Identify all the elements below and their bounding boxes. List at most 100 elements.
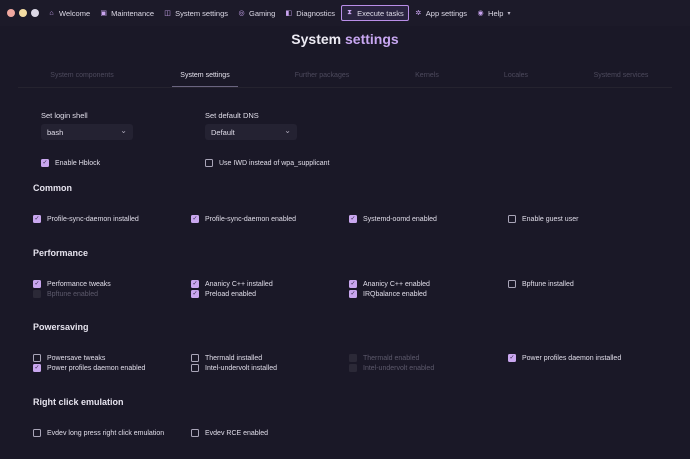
tab-further-packages[interactable]: Further packages [295, 72, 349, 79]
checkbox-row-thermald-installed[interactable]: Thermald installed [191, 353, 262, 363]
section-right-click-emulation: Right click emulation [33, 397, 124, 407]
checkbox-label: Profile-sync-daemon installed [47, 215, 139, 223]
maximize-window-button[interactable] [31, 9, 39, 17]
checkbox-row-intel-undervolt-enabled: Intel-undervolt enabled [349, 363, 434, 373]
top-bar: ⌂ Welcome ▣ Maintenance ◫ System setting… [0, 0, 690, 26]
checkbox-label: IRQbalance enabled [363, 290, 427, 298]
dns-value: Default [211, 127, 235, 137]
checkbox [349, 354, 357, 362]
checkbox-row-performance-tweaks[interactable]: Performance tweaks [33, 279, 111, 289]
checkbox-row-bpftune-enabled: Bpftune enabled [33, 289, 98, 299]
hourglass-icon: ⧗ [347, 9, 353, 16]
page-title: System settings [0, 31, 690, 47]
checkbox-row-ananicy-c-enabled[interactable]: Ananicy C++ enabled [349, 279, 430, 289]
nav-welcome[interactable]: ⌂ Welcome [44, 5, 94, 21]
checkbox-row-profile-sync-daemon-installed[interactable]: Profile-sync-daemon installed [33, 214, 139, 224]
checkbox[interactable] [191, 354, 199, 362]
tab-divider [18, 87, 672, 88]
tab-systemd-services[interactable]: Systemd services [594, 72, 649, 79]
close-window-button[interactable] [7, 9, 15, 17]
checkbox-row-powersave-tweaks[interactable]: Powersave tweaks [33, 353, 105, 363]
tab-system-components[interactable]: System components [50, 72, 113, 79]
checkbox[interactable] [33, 215, 41, 223]
main-nav: ⌂ Welcome ▣ Maintenance ◫ System setting… [44, 5, 517, 21]
nav-label: Execute tasks [357, 8, 404, 18]
checkbox [33, 290, 41, 298]
tab-bar: System components System settings Furthe… [0, 72, 690, 86]
checkbox[interactable] [508, 354, 516, 362]
checkbox-row-enable-hblock[interactable]: Enable Hblock [41, 158, 100, 168]
checkbox-row-preload-enabled[interactable]: Preload enabled [191, 289, 256, 299]
checkbox[interactable] [508, 280, 516, 288]
nav-maintenance[interactable]: ▣ Maintenance [96, 5, 158, 21]
tab-system-settings[interactable]: System settings [180, 72, 229, 79]
checkbox[interactable] [33, 364, 41, 372]
checkbox-label: Intel-undervolt installed [205, 364, 277, 372]
checkbox-label: Powersave tweaks [47, 354, 106, 362]
checkbox-label: Power profiles daemon installed [522, 354, 622, 362]
checkbox[interactable] [349, 215, 357, 223]
checkbox [349, 364, 357, 372]
checkbox[interactable] [33, 280, 41, 288]
checkbox-row-irqbalance-enabled[interactable]: IRQbalance enabled [349, 289, 427, 299]
checkbox-label: Enable guest user [522, 215, 579, 223]
checkbox-row-ananicy-c-installed[interactable]: Ananicy C++ installed [191, 279, 273, 289]
checkbox-row-thermald-enabled: Thermald enabled [349, 353, 419, 363]
nav-label: App settings [425, 8, 468, 18]
nav-label: Help [488, 8, 504, 18]
checkbox-row-profile-sync-daemon-enabled[interactable]: Profile-sync-daemon enabled [191, 214, 296, 224]
checkbox-row-power-profiles-daemon-installed[interactable]: Power profiles daemon installed [508, 353, 621, 363]
checkbox-label: Power profiles daemon enabled [47, 364, 146, 372]
section-common: Common [33, 183, 72, 193]
help-icon: ◉ [477, 10, 484, 17]
nav-app-settings[interactable]: ✲ App settings [411, 5, 471, 21]
checkbox-row-enable-guest-user[interactable]: Enable guest user [508, 214, 578, 224]
dns-select[interactable]: Default ⌄ [205, 124, 297, 140]
checkbox-row-systemd-oomd-enabled[interactable]: Systemd-oomd enabled [349, 214, 437, 224]
nav-system-settings[interactable]: ◫ System settings [160, 5, 232, 21]
checkbox[interactable] [349, 290, 357, 298]
nav-gaming[interactable]: ◎ Gaming [234, 5, 279, 21]
checkbox[interactable] [191, 429, 199, 437]
window-controls [7, 9, 39, 17]
checkbox[interactable] [191, 215, 199, 223]
gear-icon: ✲ [415, 10, 422, 17]
wrench-icon: ▣ [100, 10, 107, 17]
login-shell-label: Set login shell [41, 111, 88, 120]
checkbox-row-evdev-rce-enabled[interactable]: Evdev RCE enabled [191, 428, 268, 438]
checkbox-label: Intel-undervolt enabled [363, 364, 435, 372]
checkbox-label: Preload enabled [205, 290, 256, 298]
title-part-2: settings [345, 31, 399, 47]
checkbox[interactable] [41, 159, 49, 167]
checkbox[interactable] [508, 215, 516, 223]
checkbox[interactable] [205, 159, 213, 167]
login-shell-select[interactable]: bash ⌄ [41, 124, 133, 140]
nav-label: Welcome [59, 8, 91, 18]
nav-diagnostics[interactable]: ◧ Diagnostics [281, 5, 339, 21]
title-part-1: System [291, 31, 342, 47]
checkbox-label: Ananicy C++ installed [205, 280, 273, 288]
checkbox-label: Systemd-oomd enabled [363, 215, 437, 223]
checkbox[interactable] [191, 280, 199, 288]
tab-kernels[interactable]: Kernels [415, 72, 439, 79]
nav-help[interactable]: ◉ Help ▾ [473, 5, 514, 21]
nav-execute-tasks[interactable]: ⧗ Execute tasks [341, 5, 409, 21]
checkbox-row-use-iwd-instead-of-wpa-supplicant[interactable]: Use IWD instead of wpa_supplicant [205, 158, 330, 168]
checkbox-label: Evdev RCE enabled [205, 429, 269, 437]
checkbox-row-bpftune-installed[interactable]: Bpftune installed [508, 279, 574, 289]
checkbox-row-intel-undervolt-installed[interactable]: Intel-undervolt installed [191, 363, 277, 373]
checkbox[interactable] [33, 354, 41, 362]
login-shell-value: bash [47, 127, 64, 137]
checkbox[interactable] [349, 280, 357, 288]
checkbox[interactable] [33, 429, 41, 437]
checkbox-label: Thermald enabled [363, 354, 420, 362]
checkbox[interactable] [191, 290, 199, 298]
checkbox-label: Performance tweaks [47, 280, 111, 288]
checkbox-row-power-profiles-daemon-enabled[interactable]: Power profiles daemon enabled [33, 363, 145, 373]
tab-locales[interactable]: Locales [504, 72, 528, 79]
checkbox[interactable] [191, 364, 199, 372]
chevron-down-icon: ⌄ [284, 126, 291, 135]
checkbox-label: Use IWD instead of wpa_supplicant [219, 159, 330, 167]
minimize-window-button[interactable] [19, 9, 27, 17]
checkbox-row-evdev-long-press-right-click-emulation[interactable]: Evdev long press right click emulation [33, 428, 164, 438]
